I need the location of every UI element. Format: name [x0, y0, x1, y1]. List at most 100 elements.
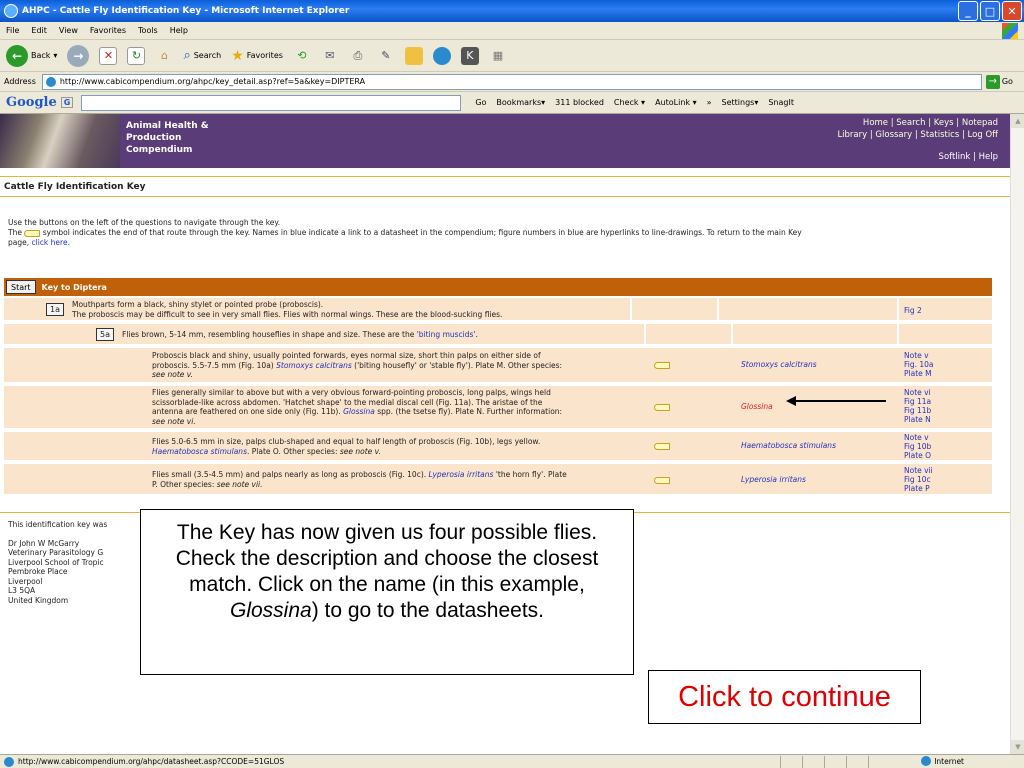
stomoxys-line2: proboscis. 5.5-7.5 mm (Fig. 10a) Stomoxy… [152, 361, 562, 371]
key-icon [24, 229, 41, 237]
stop-button[interactable]: ✕ [99, 46, 118, 65]
stomoxys-calcitrans-link[interactable]: Stomoxys calcitrans [741, 360, 817, 370]
fig-10c-link[interactable]: Fig 10c [904, 475, 933, 484]
home-button[interactable]: ⌂ [155, 47, 173, 65]
footer-line-6: Liverpool [8, 576, 43, 586]
search-button[interactable]: ⌕ Search [183, 48, 221, 63]
callout-italic: Glossina [229, 599, 312, 622]
glossina-line3c: spp. (the tsetse fly). Plate N. Further … [377, 407, 563, 416]
popup-blocked-count[interactable]: 311 blocked [555, 98, 604, 107]
back-button[interactable]: ← Back ▾ [6, 44, 57, 67]
bookmarks-button[interactable]: Bookmarks▾ [496, 98, 545, 107]
plate-p-link[interactable]: Plate P [904, 484, 933, 493]
scroll-up-icon[interactable]: ▲ [1011, 114, 1024, 128]
page-content: Animal Health & Production Compendium Ho… [0, 114, 1010, 754]
site-name-line1: Animal Health & [126, 121, 209, 131]
menu-view[interactable]: View [59, 26, 78, 35]
edit-button[interactable]: ✎ [377, 47, 395, 65]
end-key-icon [654, 441, 670, 451]
autolink-button[interactable]: AutoLink ▾ [655, 98, 697, 107]
menu-edit[interactable]: Edit [31, 26, 47, 35]
folder-icon[interactable] [404, 46, 423, 65]
step-5a-button[interactable]: 5a [96, 328, 114, 341]
maximize-button[interactable]: □ [980, 1, 1000, 21]
messenger-icon[interactable]: K [460, 46, 479, 65]
refresh-button[interactable]: ↻ [127, 46, 146, 65]
history-button[interactable]: ⟲ [293, 47, 311, 65]
spell-check-button[interactable]: Check ▾ [614, 98, 645, 107]
fig-10a-link[interactable]: Fig. 10a [904, 360, 934, 369]
mail-button[interactable]: ✉ [321, 47, 339, 65]
nav-row-1[interactable]: Home | Search | Keys | Notepad [837, 117, 998, 129]
intro-the: The [8, 228, 22, 237]
biting-muscids-link[interactable]: 'biting muscids' [417, 330, 476, 339]
vertical-scrollbar[interactable]: ▲ ▼ [1010, 114, 1024, 754]
windows-logo-icon [1002, 23, 1018, 39]
google-go-button[interactable]: Go [475, 98, 486, 107]
plate-o-link[interactable]: Plate O [904, 451, 931, 460]
go-button[interactable]: → Go [985, 74, 1013, 89]
stomoxys-inline-link[interactable]: Stomoxys calcitrans [276, 361, 352, 370]
nav-row-2[interactable]: Library | Glossary | Statistics | Log Of… [837, 129, 998, 141]
go-label: Go [1001, 77, 1013, 86]
end-key-icon [654, 402, 670, 412]
start-button[interactable]: Start [6, 280, 36, 294]
plate-n-link[interactable]: Plate N [904, 415, 931, 424]
close-button[interactable]: ✕ [1002, 1, 1022, 21]
globe-icon[interactable] [432, 46, 451, 65]
menu-favorites[interactable]: Favorites [90, 26, 126, 35]
cell-divider [717, 298, 719, 320]
menu-help[interactable]: Help [170, 26, 188, 35]
end-key-icon [654, 475, 670, 485]
menu-tools[interactable]: Tools [138, 26, 158, 35]
step-1a-button[interactable]: 1a [46, 303, 64, 316]
plate-m-link[interactable]: Plate M [904, 369, 934, 378]
scroll-down-icon[interactable]: ▼ [1011, 740, 1024, 754]
status-cells [780, 756, 890, 768]
intro-symbol-text: symbol indicates the end of that route t… [42, 228, 802, 237]
favorites-button[interactable]: ★ Favorites [231, 48, 283, 64]
address-input[interactable]: http://www.cabicompendium.org/ahpc/key_d… [41, 73, 982, 90]
intro-text: Use the buttons on the left of the quest… [8, 218, 978, 248]
fig-10b-link[interactable]: Fig 10b [904, 442, 931, 451]
intro-line-1: Use the buttons on the left of the quest… [8, 218, 281, 227]
haematobosca-stimulans-link[interactable]: Haematobosca stimulans [741, 441, 836, 451]
note-v-link[interactable]: Note v [904, 433, 931, 442]
fig-11b-link[interactable]: Fig 11b [904, 406, 931, 415]
snagit-button[interactable]: SnagIt [768, 98, 794, 107]
main-key-link[interactable]: click here [32, 238, 68, 247]
print-button[interactable]: ⎙ [349, 47, 367, 65]
note-vi-link[interactable]: Note vi [904, 388, 931, 397]
click-to-continue-button[interactable]: Click to continue [648, 670, 921, 724]
menu-file[interactable]: File [6, 26, 19, 35]
stomoxys-description: Proboscis black and shiny, usually point… [152, 351, 562, 380]
glossina-inline-link[interactable]: Glossina [343, 407, 375, 416]
page-status-icon [4, 756, 14, 767]
menu-bar: File Edit View Favorites Tools Help [0, 22, 1024, 40]
key-row-5a: 5a Flies brown, 5-14 mm, resembling hous… [4, 324, 992, 346]
pointer-arrow-shaft [794, 400, 886, 402]
lyperosia-inline-link[interactable]: Lyperosia irritans [429, 470, 494, 479]
google-search-input[interactable] [81, 94, 462, 111]
google-menu-button[interactable]: G [60, 97, 74, 108]
footer-line-4: Liverpool School of Tropic [8, 557, 104, 567]
window-titlebar: AHPC - Cattle Fly Identification Key - M… [0, 0, 1024, 22]
forward-button[interactable]: → [67, 44, 90, 67]
haematobosca-inline-link[interactable]: Haematobosca stimulans [152, 447, 247, 456]
glossina-line1: Flies generally similar to above but wit… [152, 388, 551, 397]
fig-2-link[interactable]: Fig 2 [904, 306, 922, 315]
research-icon[interactable]: ▦ [489, 47, 507, 65]
softlink-help[interactable]: Softlink | Help [939, 152, 998, 162]
more-button[interactable]: » [707, 98, 712, 107]
site-name-line3: Compendium [126, 145, 193, 155]
row-1a-line1: Mouthparts form a black, shiny stylet or… [72, 300, 324, 309]
note-v-link[interactable]: Note v [904, 351, 934, 360]
row-5a-end: . [475, 330, 478, 339]
fig-11a-link[interactable]: Fig 11a [904, 397, 931, 406]
minimize-button[interactable]: _ [958, 1, 978, 21]
google-settings-button[interactable]: Settings▾ [722, 98, 759, 107]
lyperosia-irritans-link[interactable]: Lyperosia irritans [741, 475, 806, 485]
glossina-link[interactable]: Glossina [741, 402, 773, 412]
note-vii-link[interactable]: Note vii [904, 466, 933, 475]
row-5a-text: Flies brown, 5-14 mm, resembling housefl… [122, 330, 478, 340]
